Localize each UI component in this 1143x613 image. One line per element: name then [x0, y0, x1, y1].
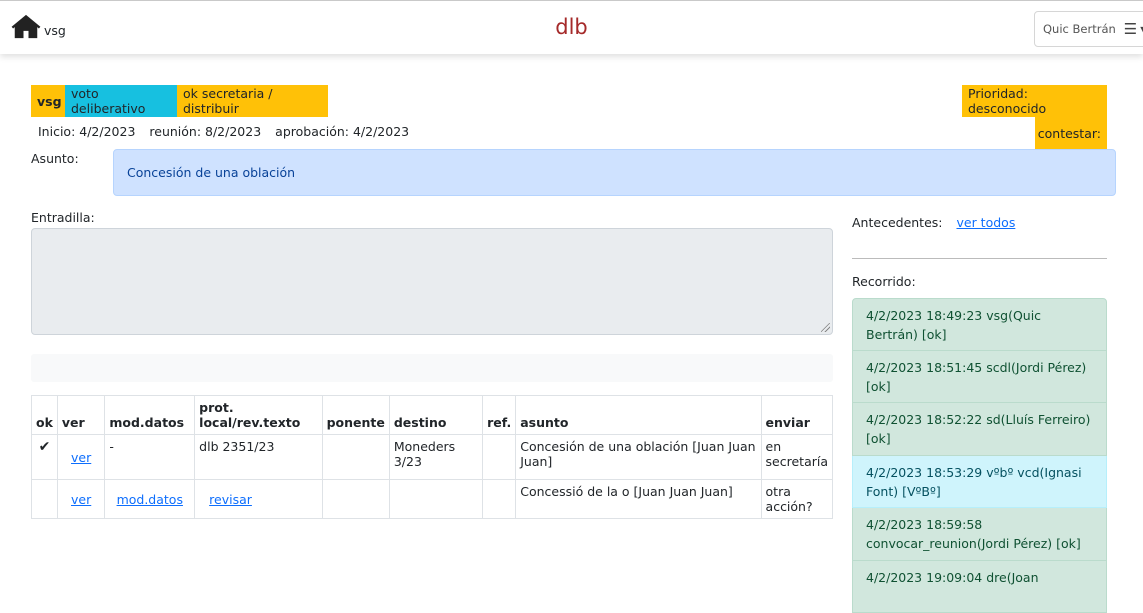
- resize-grip-icon[interactable]: [821, 323, 830, 332]
- enviar-cell: otra acción?: [761, 480, 832, 519]
- badge-user: vsg: [31, 85, 65, 117]
- navbar: vsg dlb Quic Bertrán ☰ ▼: [0, 0, 1143, 54]
- revisar-link[interactable]: revisar: [209, 492, 252, 507]
- ver-todos-link[interactable]: ver todos: [956, 215, 1015, 230]
- user-name: Quic Bertrán: [1043, 22, 1116, 36]
- destino-cell: [389, 480, 482, 519]
- app-title: dlb: [0, 15, 1143, 39]
- table-header-row: ok ver mod.datos prot. local/rev.texto p…: [32, 396, 833, 435]
- entradilla-textarea[interactable]: [31, 228, 833, 335]
- header-ok: ok: [32, 396, 58, 435]
- recorrido-list: 4/2/2023 18:49:23 vsg(Quic Bertrán) [ok]…: [852, 298, 1107, 613]
- mod-datos-link[interactable]: mod.datos: [117, 492, 183, 507]
- list-item: 4/2/2023 19:09:04 dre(Joan: [852, 561, 1107, 613]
- badge-prioridad: Prioridad: desconocido: [962, 85, 1107, 117]
- list-item: 4/2/2023 18:52:22 sd(Lluís Ferreiro) [ok…: [852, 403, 1107, 456]
- asunto-cell: Concessió de la o [Juan Juan Juan]: [516, 480, 761, 519]
- header-ponente: ponente: [322, 396, 389, 435]
- date-reunion: reunión: 8/2/2023: [149, 124, 261, 139]
- list-item: 4/2/2023 18:59:58 convocar_reunion(Jordi…: [852, 508, 1107, 561]
- header-enviar: enviar: [761, 396, 832, 435]
- header-ref: ref.: [483, 396, 516, 435]
- destino-cell: Moneders 3/23: [389, 435, 482, 480]
- dates-line: Inicio: 4/2/2023 reunión: 8/2/2023 aprob…: [38, 124, 419, 139]
- header-mod-datos: mod.datos: [105, 396, 195, 435]
- list-item: 4/2/2023 18:53:29 vºbº vcd(Ignasi Font) …: [852, 456, 1107, 509]
- header-destino: destino: [389, 396, 482, 435]
- ponente-cell: [322, 480, 389, 519]
- list-item: 4/2/2023 18:51:45 scdl(Jordi Pérez) [ok]: [852, 351, 1107, 404]
- table-row: ✔ ver - dlb 2351/23 Moneders 3/23 Conces…: [32, 435, 833, 480]
- entradilla-label: Entradilla:: [31, 210, 95, 225]
- ver-link[interactable]: ver: [71, 492, 91, 507]
- header-ver: ver: [57, 396, 104, 435]
- separator-bar: [31, 354, 833, 382]
- list-item: 4/2/2023 18:49:23 vsg(Quic Bertrán) [ok]: [852, 298, 1107, 351]
- ref-cell: [483, 435, 516, 480]
- ponente-cell: [322, 435, 389, 480]
- documents-table: ok ver mod.datos prot. local/rev.texto p…: [31, 395, 833, 519]
- ref-cell: [483, 480, 516, 519]
- badge-status: ok secretaria / distribuir: [177, 85, 328, 117]
- recorrido-label: Recorrido:: [852, 274, 916, 289]
- user-menu-button[interactable]: Quic Bertrán ☰ ▼: [1034, 11, 1143, 47]
- mod-datos-cell: -: [105, 435, 195, 480]
- asunto-cell: Concesión de una oblación [Juan Juan Jua…: [516, 435, 761, 480]
- badge-contestar: contestar:: [1035, 117, 1107, 149]
- asunto-label: Asunto:: [31, 151, 79, 166]
- prot-cell: dlb 2351/23: [195, 435, 322, 480]
- date-aprobacion: aprobación: 4/2/2023: [275, 124, 409, 139]
- ok-check-icon: ✔: [32, 435, 58, 480]
- ok-cell: [32, 480, 58, 519]
- hamburger-icon: ☰: [1124, 20, 1137, 38]
- ver-link[interactable]: ver: [71, 450, 91, 465]
- badge-voto: voto deliberativo: [65, 85, 177, 117]
- header-prot: prot. local/rev.texto: [195, 396, 322, 435]
- header-asunto: asunto: [516, 396, 761, 435]
- divider: [852, 258, 1107, 259]
- date-inicio: Inicio: 4/2/2023: [38, 124, 135, 139]
- table-row: ver mod.datos revisar Concessió de la o …: [32, 480, 833, 519]
- enviar-cell: en secretaría: [761, 435, 832, 480]
- antecedentes-section: Antecedentes: ver todos: [852, 215, 1015, 230]
- asunto-value: Concesión de una oblación: [113, 149, 1116, 196]
- antecedentes-label: Antecedentes:: [852, 215, 943, 230]
